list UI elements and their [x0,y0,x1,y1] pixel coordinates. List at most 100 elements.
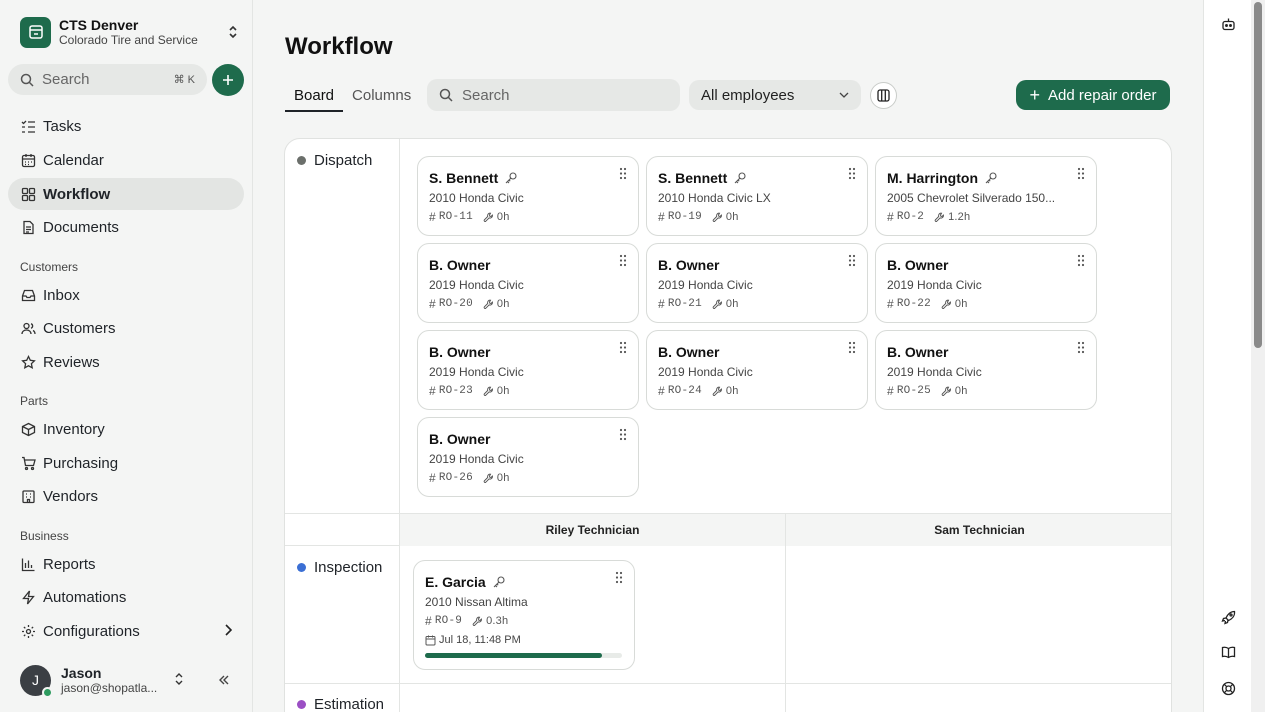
sidebar-item-calendar[interactable]: Calendar [8,144,244,176]
hash-icon: # [658,384,665,398]
stage-dot [297,156,306,165]
key-icon [504,171,518,185]
stage-dot [297,700,306,709]
card-ro-number: RO-9 [434,615,463,627]
hash-icon: # [429,471,436,485]
card-ro-number: RO-22 [896,298,931,310]
rocket-icon[interactable] [1220,609,1236,625]
hash-icon: # [429,210,436,224]
book-icon[interactable] [1220,644,1236,660]
sidebar-item-reports[interactable]: Reports [8,548,244,580]
chevron-down-icon [839,92,849,98]
card-customer: S. Bennett [658,170,728,186]
repair-order-card[interactable]: B. Owner 2019 Honda Civic # RO-23 0h [417,330,639,410]
sidebar-item-vendors[interactable]: Vendors [8,480,244,512]
wrench-icon [483,212,493,222]
hash-icon: # [429,297,436,311]
card-hours: 0.3h [486,615,509,627]
sidebar-item-tasks[interactable]: Tasks [8,110,244,142]
board-search-input[interactable]: Search [427,79,680,111]
page-scrollbar[interactable] [1251,0,1265,712]
stage-label: Inspection [314,559,383,576]
sidebar-item-configurations[interactable]: Configurations [8,615,244,647]
scrollbar-thumb[interactable] [1254,2,1262,348]
columns-view-button[interactable] [870,82,897,109]
stage-divider [399,139,400,712]
drag-handle-icon[interactable] [1077,341,1085,357]
repair-order-card[interactable]: B. Owner 2019 Honda Civic # RO-21 0h [646,243,868,323]
drag-handle-icon[interactable] [619,341,627,357]
chevron-up-down-icon [226,23,240,41]
sidebar-item-customers[interactable]: Customers [8,312,244,344]
drag-handle-icon[interactable] [619,428,627,444]
package-icon [20,421,36,437]
wrench-icon [934,212,944,222]
card-ro-number: RO-19 [667,211,702,223]
user-menu[interactable]: J Jason jason@shopatla... [20,660,245,700]
repair-order-card[interactable]: S. Bennett 2010 Honda Civic # RO-11 0h [417,156,639,236]
repair-order-card[interactable]: E. Garcia 2010 Nissan Altima # RO-9 0.3h… [413,560,635,670]
drag-handle-icon[interactable] [1077,167,1085,183]
card-ro-number: RO-25 [896,385,931,397]
sidebar-item-inbox[interactable]: Inbox [8,279,244,311]
card-customer: B. Owner [429,344,491,360]
card-hours: 0h [496,298,510,310]
add-repair-order-button[interactable]: + Add repair order [1016,80,1170,110]
sidebar-item-label: Workflow [43,185,111,203]
quick-add-button[interactable] [212,64,244,96]
wrench-icon [941,299,951,309]
stage-estimation: Estimation [297,696,384,712]
building-icon [20,488,36,504]
help-lifebuoy-icon[interactable] [1220,680,1236,696]
card-vehicle: 2005 Chevrolet Silverado 150... [887,191,1056,205]
hash-icon: # [887,210,894,224]
search-shortcut: ⌘ K [173,74,195,86]
technician-column-header: Riley Technician [400,514,785,546]
sidebar-search[interactable]: Search ⌘ K [8,64,207,95]
row-divider [285,683,1171,684]
sidebar-item-label: Customers [43,319,116,337]
repair-order-card[interactable]: M. Harrington 2005 Chevrolet Silverado 1… [875,156,1097,236]
tab-columns[interactable]: Columns [343,80,420,112]
card-customer: M. Harrington [887,170,978,186]
drag-handle-icon[interactable] [848,167,856,183]
main-content: Workflow Board Columns Search All employ… [253,0,1203,712]
drag-handle-icon[interactable] [1077,254,1085,270]
wrench-icon [941,386,951,396]
sidebar-item-purchasing[interactable]: Purchasing [8,447,244,479]
stage-label: Dispatch [314,152,373,169]
drag-handle-icon[interactable] [615,571,623,587]
sidebar-item-automations[interactable]: Automations [8,581,244,613]
sidebar-item-inventory[interactable]: Inventory [8,413,244,445]
hash-icon: # [887,297,894,311]
repair-order-card[interactable]: B. Owner 2019 Honda Civic # RO-22 0h [875,243,1097,323]
tab-board[interactable]: Board [285,80,344,112]
card-hours: 0h [725,211,739,223]
card-hours: 0h [496,211,510,223]
card-hours: 1.2h [948,211,971,223]
sidebar-item-documents[interactable]: Documents [8,211,244,243]
repair-order-card[interactable]: B. Owner 2019 Honda Civic # RO-24 0h [646,330,868,410]
drag-handle-icon[interactable] [619,167,627,183]
user-email: jason@shopatla... [61,680,158,695]
wrench-icon [712,299,722,309]
repair-order-card[interactable]: B. Owner 2019 Honda Civic # RO-20 0h [417,243,639,323]
repair-order-card[interactable]: B. Owner 2019 Honda Civic # RO-26 0h [417,417,639,497]
card-vehicle: 2019 Honda Civic [429,452,524,466]
lightning-icon [20,589,36,605]
hash-icon: # [658,297,665,311]
drag-handle-icon[interactable] [848,341,856,357]
org-switcher[interactable]: CTS Denver Colorado Tire and Service [20,15,240,49]
progress-fill [425,653,603,658]
sidebar-item-workflow[interactable]: Workflow [8,178,244,210]
repair-order-card[interactable]: S. Bennett 2010 Honda Civic LX # RO-19 0… [646,156,868,236]
drag-handle-icon[interactable] [848,254,856,270]
drag-handle-icon[interactable] [619,254,627,270]
board-search-placeholder: Search [462,86,510,104]
collapse-sidebar-icon[interactable] [218,673,230,689]
repair-order-card[interactable]: B. Owner 2019 Honda Civic # RO-25 0h [875,330,1097,410]
employee-filter-select[interactable]: All employees [689,80,861,110]
assistant-bot-icon[interactable] [1220,16,1236,32]
sidebar-item-reviews[interactable]: Reviews [8,346,244,378]
sidebar-item-label: Inbox [43,286,80,304]
